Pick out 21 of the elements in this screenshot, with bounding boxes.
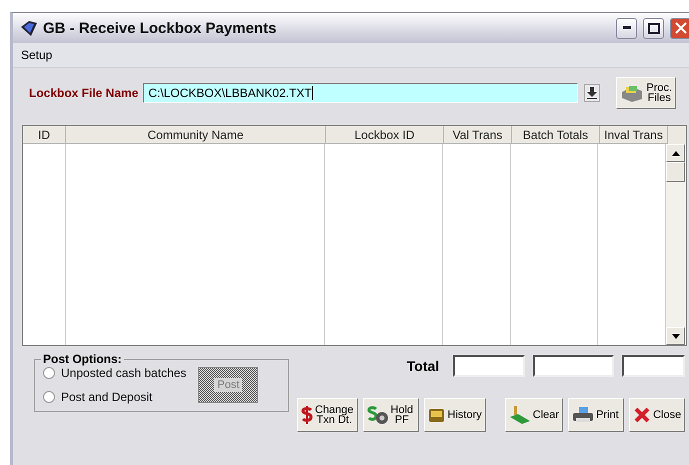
column-header[interactable]: Inval Trans (600, 126, 668, 144)
column-header[interactable]: Val Trans (444, 126, 512, 144)
group-title: Post Options: (42, 352, 123, 366)
column-header[interactable]: ID (23, 126, 66, 144)
history-button[interactable]: History (424, 398, 486, 432)
file-name-field[interactable]: C:\LOCKBOX\LBBANK02.TXT (143, 83, 578, 103)
column-header[interactable]: Community Name (66, 126, 326, 144)
radio-option[interactable]: Unposted cash batches (43, 366, 186, 380)
proc-files-button[interactable]: Proc. Files (616, 77, 676, 109)
print-button[interactable]: Print (568, 398, 624, 432)
window-title: GB - Receive Lockbox Payments (43, 20, 278, 36)
clear-button[interactable]: Clear (504, 398, 564, 432)
field-label: Lockbox File Name (29, 86, 138, 100)
hold-button[interactable]: Hold PF (362, 398, 419, 432)
total-label: Total (406, 358, 440, 374)
menu-item[interactable]: Setup (21, 48, 52, 62)
column-header[interactable]: Lockbox ID (326, 126, 444, 144)
close-button[interactable]: Close (629, 398, 686, 432)
column-header[interactable]: Batch Totals (512, 126, 600, 144)
radio-option[interactable]: Post and Deposit (43, 390, 186, 404)
change-button[interactable]: Change Txn Dt. (297, 398, 358, 432)
